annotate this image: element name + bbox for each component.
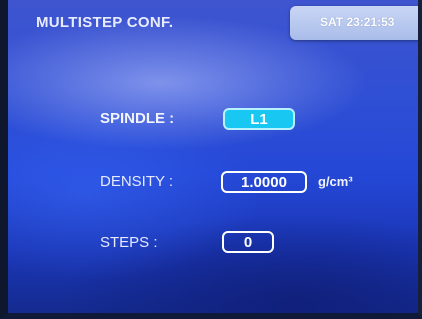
density-unit: g/cm³ <box>318 174 353 189</box>
clock-display: SAT 23:21:53 <box>290 6 422 40</box>
steps-label: STEPS : <box>100 234 158 251</box>
density-label: DENSITY : <box>100 173 174 190</box>
clock-text: SAT 23:21:53 <box>320 15 395 29</box>
density-field[interactable]: 1.0000 <box>221 171 307 193</box>
steps-field[interactable]: 0 <box>222 231 274 253</box>
spindle-label: SPINDLE : <box>100 110 175 127</box>
screen-title: MULTISTEP CONF. <box>36 14 174 31</box>
device-screen: MULTISTEP CONF. SAT 23:21:53 SPINDLE : L… <box>0 0 422 319</box>
spindle-field[interactable]: L1 <box>223 108 295 130</box>
